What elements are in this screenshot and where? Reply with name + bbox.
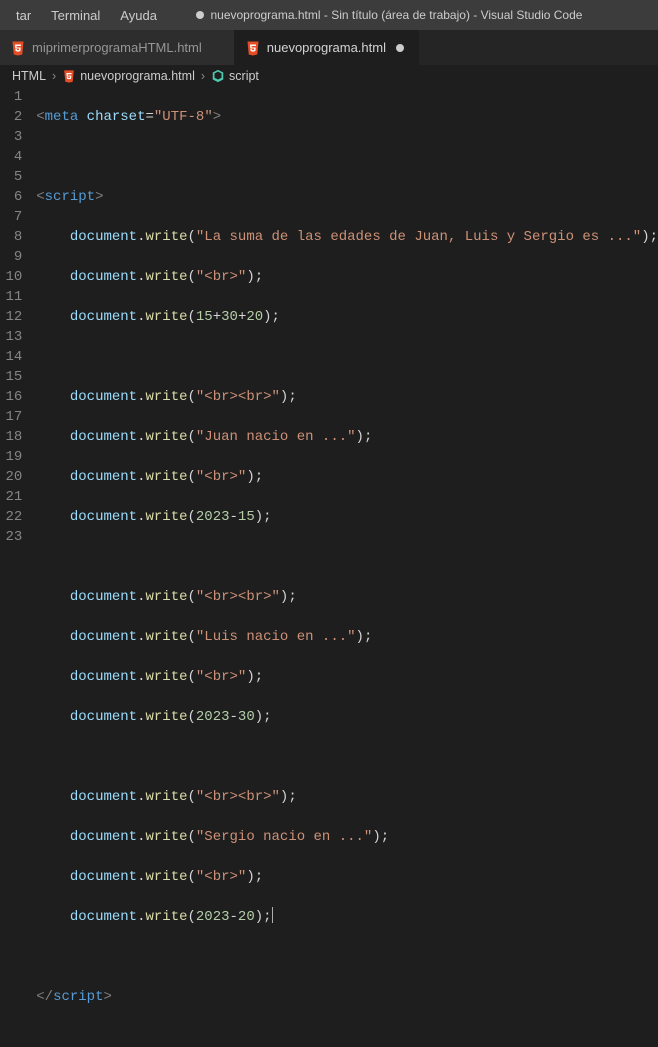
line-number: 1: [0, 87, 22, 107]
line-number: 14: [0, 347, 22, 367]
line-number: 17: [0, 407, 22, 427]
symbol-icon: [211, 69, 225, 83]
dirty-indicator-icon: [196, 11, 204, 19]
breadcrumb-symbol[interactable]: script: [211, 69, 259, 83]
code-editor[interactable]: 1 2 3 4 5 6 7 8 9 10 11 12 13 14 15 16 1…: [0, 87, 658, 1047]
line-number: 11: [0, 287, 22, 307]
line-number: 18: [0, 427, 22, 447]
line-number: 21: [0, 487, 22, 507]
html-file-icon: [245, 40, 261, 56]
line-number: 22: [0, 507, 22, 527]
text-cursor: [272, 907, 273, 923]
window-title: nuevoprograma.html - Sin título (área de…: [169, 8, 650, 22]
close-icon[interactable]: [208, 40, 224, 56]
menu-item-terminal[interactable]: Terminal: [43, 4, 108, 27]
line-number: 2: [0, 107, 22, 127]
title-text: nuevoprograma.html - Sin título (área de…: [210, 8, 582, 22]
breadcrumb-file-label: nuevoprograma.html: [80, 69, 195, 83]
menu-item[interactable]: tar: [8, 4, 39, 27]
tab-label: nuevoprograma.html: [267, 40, 386, 55]
breadcrumbs[interactable]: HTML › nuevoprograma.html › script: [0, 65, 658, 87]
line-number: 15: [0, 367, 22, 387]
dirty-indicator-icon[interactable]: [392, 40, 408, 56]
tab-nuevoprograma[interactable]: nuevoprograma.html: [235, 30, 419, 65]
line-number: 19: [0, 447, 22, 467]
tab-label: miprimerprogramaHTML.html: [32, 40, 202, 55]
line-number: 12: [0, 307, 22, 327]
breadcrumb-symbol-label: script: [229, 69, 259, 83]
line-number: 7: [0, 207, 22, 227]
line-number: 23: [0, 527, 22, 547]
line-number-gutter: 1 2 3 4 5 6 7 8 9 10 11 12 13 14 15 16 1…: [0, 87, 36, 1047]
html-file-icon: [62, 69, 76, 83]
line-number: 16: [0, 387, 22, 407]
code-content[interactable]: <meta charset="UTF-8"> <script> document…: [36, 87, 658, 1047]
line-number: 4: [0, 147, 22, 167]
html-file-icon: [10, 40, 26, 56]
chevron-right-icon: ›: [201, 69, 205, 83]
tabbar: miprimerprogramaHTML.html nuevoprograma.…: [0, 30, 658, 65]
tab-miprimerprograma[interactable]: miprimerprogramaHTML.html: [0, 30, 235, 65]
breadcrumb-root[interactable]: HTML: [12, 69, 46, 83]
line-number: 10: [0, 267, 22, 287]
line-number: 6: [0, 187, 22, 207]
line-number: 9: [0, 247, 22, 267]
line-number: 5: [0, 167, 22, 187]
menubar: tar Terminal Ayuda nuevoprograma.html - …: [0, 0, 658, 30]
line-number: 8: [0, 227, 22, 247]
breadcrumb-file[interactable]: nuevoprograma.html: [62, 69, 195, 83]
menu-item-help[interactable]: Ayuda: [112, 4, 165, 27]
line-number: 20: [0, 467, 22, 487]
line-number: 13: [0, 327, 22, 347]
chevron-right-icon: ›: [52, 69, 56, 83]
line-number: 3: [0, 127, 22, 147]
